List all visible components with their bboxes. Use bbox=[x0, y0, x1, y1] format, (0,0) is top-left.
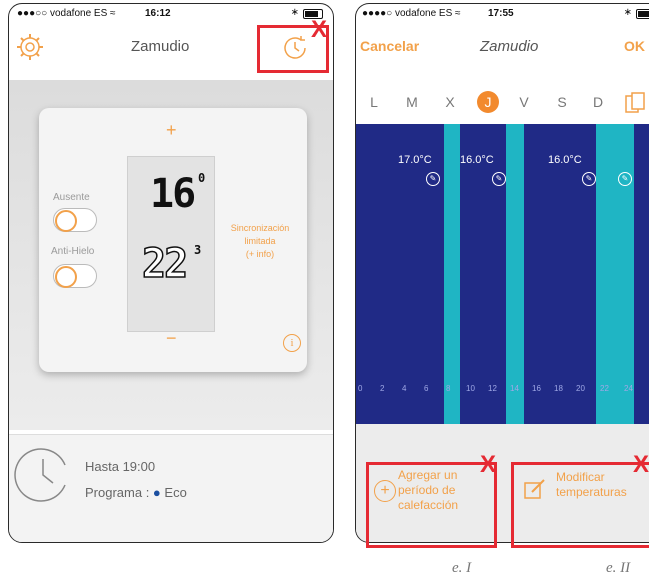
hour-tick: 2 bbox=[380, 384, 385, 393]
day-tab-d[interactable]: D bbox=[588, 94, 608, 110]
ok-button[interactable]: OK bbox=[624, 38, 645, 54]
annotation-x-mark: X bbox=[480, 451, 497, 478]
hour-tick: 8 bbox=[446, 384, 451, 393]
info-icon[interactable]: i bbox=[283, 334, 301, 352]
caption-e-ii: e. II bbox=[606, 560, 631, 576]
antihielo-label: Anti-Hielo bbox=[51, 246, 95, 257]
carrier-label: ●●●○○ vodafone ES ≈ bbox=[17, 8, 116, 19]
annotation-box bbox=[366, 462, 497, 548]
eco-dot-icon: ● bbox=[152, 485, 161, 500]
edit-pen-icon[interactable]: ✎ bbox=[492, 172, 506, 186]
page-title: Zamudio bbox=[131, 38, 190, 55]
annotation-x-mark: X bbox=[633, 451, 649, 478]
day-selector: L M X J V S D bbox=[356, 86, 649, 122]
antihielo-toggle[interactable] bbox=[53, 264, 97, 288]
day-tab-v[interactable]: V bbox=[514, 94, 534, 110]
settings-gear-icon[interactable] bbox=[15, 32, 45, 62]
ausente-toggle[interactable] bbox=[53, 208, 97, 232]
program-footer: Hasta 19:00 Programa : ● Eco bbox=[9, 434, 333, 542]
hour-tick: 18 bbox=[554, 384, 563, 393]
schedule-graph[interactable]: 17.0°C 16.0°C 16.0°C ✎ ✎ ✎ ✎ 0 2 4 6 8 1… bbox=[356, 124, 649, 424]
hour-tick: 10 bbox=[466, 384, 475, 393]
cancel-button[interactable]: Cancelar bbox=[360, 38, 419, 54]
status-bar: ●●●●○ vodafone ES ≈ 17:55 ∗ bbox=[356, 4, 649, 22]
bluetooth-icon: ∗ bbox=[290, 7, 299, 18]
hour-tick: 22 bbox=[600, 384, 609, 393]
hour-tick: 16 bbox=[532, 384, 541, 393]
day-tab-l[interactable]: L bbox=[364, 94, 384, 110]
hour-tick: 20 bbox=[576, 384, 585, 393]
sync-info[interactable]: Sincronización limitada (+ info) bbox=[215, 222, 305, 261]
caption-e-i: e. I bbox=[452, 560, 472, 576]
temp-label: 16.0°C bbox=[548, 154, 582, 166]
temp-label: 17.0°C bbox=[398, 154, 432, 166]
hour-tick: 12 bbox=[488, 384, 497, 393]
increase-button[interactable]: + bbox=[166, 120, 177, 141]
ausente-label: Ausente bbox=[53, 192, 90, 203]
thermostat-screen: ●●●○○ vodafone ES ≈ 16:12 ∗ Zamudio + − … bbox=[8, 3, 334, 543]
thermostat-display: 16 0 22 3 bbox=[127, 156, 215, 332]
bluetooth-icon: ∗ bbox=[623, 7, 632, 18]
edit-pen-icon[interactable]: ✎ bbox=[426, 172, 440, 186]
copy-icon[interactable] bbox=[624, 92, 648, 114]
until-label: Hasta 19:00 bbox=[85, 459, 156, 474]
current-decimal: 3 bbox=[194, 243, 202, 257]
annotation-box bbox=[511, 462, 649, 548]
edit-pen-icon[interactable]: ✎ bbox=[618, 172, 632, 186]
hour-tick: 4 bbox=[402, 384, 407, 393]
carrier-label: ●●●●○ vodafone ES ≈ bbox=[362, 8, 461, 19]
day-tab-x[interactable]: X bbox=[440, 94, 460, 110]
hour-axis: 0 2 4 6 8 10 12 14 16 18 20 22 24 bbox=[356, 378, 649, 398]
setpoint-temperature: 16 bbox=[150, 171, 196, 217]
current-temperature: 22 bbox=[141, 240, 189, 288]
hour-tick: 24 bbox=[624, 384, 633, 393]
hour-tick: 6 bbox=[424, 384, 429, 393]
hour-tick: 0 bbox=[358, 384, 363, 393]
clock: 16:12 bbox=[145, 8, 171, 19]
clock: 17:55 bbox=[488, 8, 514, 19]
edit-pen-icon[interactable]: ✎ bbox=[582, 172, 596, 186]
hour-tick: 14 bbox=[510, 384, 519, 393]
annotation-x-mark: X bbox=[311, 16, 328, 43]
clock-icon bbox=[13, 445, 73, 505]
status-bar: ●●●○○ vodafone ES ≈ 16:12 ∗ bbox=[9, 4, 333, 22]
battery-icon bbox=[636, 9, 649, 19]
program-label[interactable]: Programa : ● Eco bbox=[85, 485, 187, 500]
temp-label: 16.0°C bbox=[460, 154, 494, 166]
setpoint-decimal: 0 bbox=[198, 171, 206, 185]
day-tab-s[interactable]: S bbox=[552, 94, 572, 110]
page-title: Zamudio bbox=[480, 38, 539, 55]
day-tab-j[interactable]: J bbox=[477, 91, 499, 113]
day-tab-m[interactable]: M bbox=[402, 94, 422, 110]
